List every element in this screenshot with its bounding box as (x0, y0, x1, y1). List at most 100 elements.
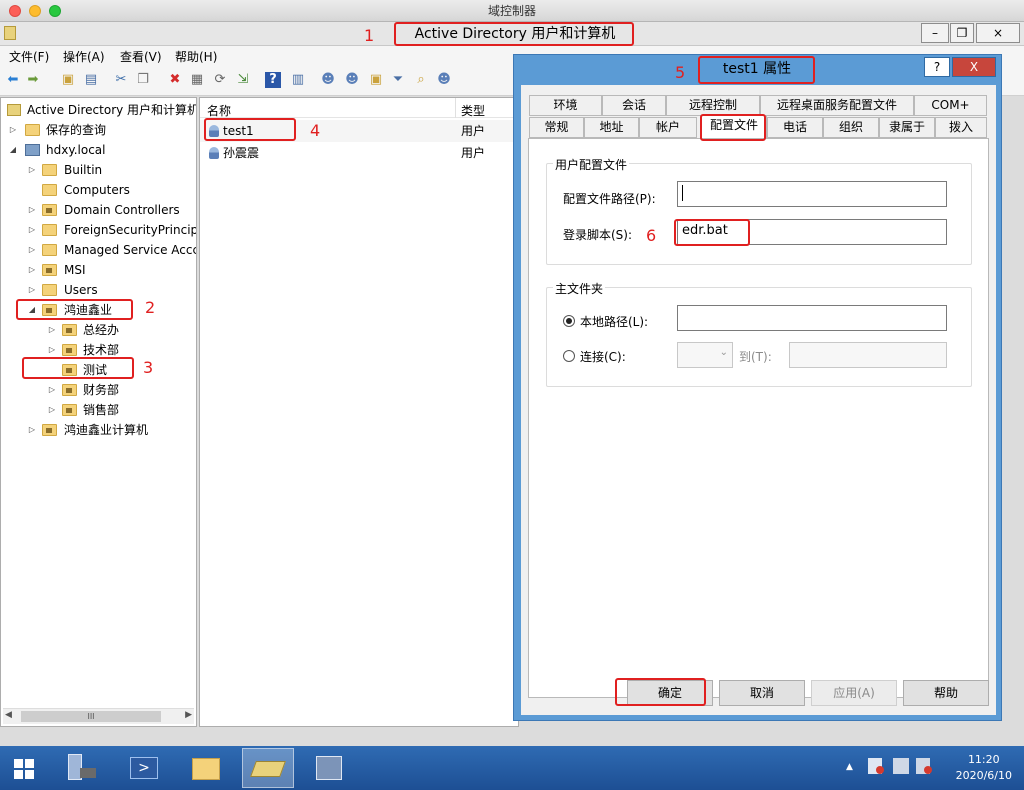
connect-to-input[interactable] (789, 342, 947, 368)
new-ou-icon[interactable]: ▣ (368, 72, 384, 88)
tree-item-domain[interactable]: ◢ hdxy.local (9, 140, 194, 160)
console-icon[interactable]: ▥ (290, 72, 306, 88)
list-header: 名称 类型 (200, 98, 518, 119)
expand-icon[interactable]: ▷ (48, 320, 56, 340)
scroll-left-icon[interactable]: ◀ (5, 710, 12, 720)
local-path-input[interactable] (677, 305, 947, 331)
up-folder-icon[interactable]: ▣ (60, 72, 76, 88)
dialog-close-button[interactable]: X (952, 57, 996, 77)
tree-item-managed-service[interactable]: ▷ Managed Service Accc (28, 240, 196, 260)
tree-item-sales[interactable]: ▷ 销售部 (48, 400, 194, 420)
expand-icon[interactable]: ▷ (28, 220, 36, 240)
system-clock[interactable]: 11:20 2020/6/10 (956, 752, 1012, 784)
new-user-icon[interactable]: ☻ (320, 72, 336, 88)
export-icon[interactable]: ⇲ (235, 72, 251, 88)
tab-general[interactable]: 常规 (529, 117, 584, 138)
list-row[interactable]: 孙震震 用户 (200, 142, 518, 164)
tree-item-msi[interactable]: ▷ MSI (28, 260, 194, 280)
tree-item-saved-queries[interactable]: ▷ 保存的查询 (9, 120, 194, 140)
powershell-task[interactable]: > (118, 748, 170, 788)
tree-horizontal-scrollbar[interactable]: ◀ III ▶ (3, 708, 194, 724)
tab-com[interactable]: COM+ (914, 95, 987, 116)
new-group-icon[interactable]: ☻ (344, 72, 360, 88)
column-divider[interactable] (455, 98, 456, 118)
close-traffic-light[interactable] (9, 5, 21, 17)
server-manager-task[interactable] (56, 748, 108, 788)
refresh-icon[interactable]: ⟳ (212, 72, 228, 88)
expand-icon[interactable]: ▷ (9, 120, 17, 140)
drive-letter-select[interactable]: ⌄ (677, 342, 733, 368)
tab-account[interactable]: 帐户 (639, 117, 697, 138)
profile-path-input[interactable] (677, 181, 947, 207)
menu-help[interactable]: 帮助(H) (175, 48, 217, 65)
expand-icon[interactable]: ▷ (28, 160, 36, 180)
properties-icon[interactable]: ▦ (189, 72, 205, 88)
show-hidden-icons-icon[interactable]: ▲ (846, 762, 853, 772)
minimize-traffic-light[interactable] (29, 5, 41, 17)
tree-item-finance[interactable]: ▷ 财务部 (48, 380, 194, 400)
menu-view[interactable]: 查看(V) (120, 48, 162, 65)
column-type-header[interactable]: 类型 (461, 102, 485, 119)
help-icon[interactable]: ? (265, 72, 281, 88)
collapse-icon[interactable]: ◢ (9, 140, 17, 160)
start-button[interactable] (0, 748, 50, 788)
tab-telephones[interactable]: 电话 (767, 117, 823, 138)
connect-radio[interactable] (563, 350, 575, 362)
expand-icon[interactable]: ▷ (28, 260, 36, 280)
scroll-right-icon[interactable]: ▶ (185, 710, 192, 720)
add-to-group-icon[interactable]: ☻ (436, 72, 452, 88)
cancel-button[interactable]: 取消 (719, 680, 805, 706)
expand-icon[interactable]: ▷ (48, 380, 56, 400)
tree-item-builtin[interactable]: ▷ Builtin (28, 160, 194, 180)
back-arrow-icon[interactable]: ⬅ (5, 72, 21, 88)
dialog-help-button[interactable]: ? (924, 57, 950, 77)
tree-item-users[interactable]: ▷ Users (28, 280, 194, 300)
filter-icon[interactable]: ⏷ (390, 72, 406, 88)
network-status-icon[interactable] (893, 758, 909, 774)
expand-icon[interactable]: ▷ (48, 400, 56, 420)
tab-rds-profile[interactable]: 远程桌面服务配置文件 (760, 95, 914, 116)
tab-remote-control[interactable]: 远程控制 (666, 95, 760, 116)
tab-sessions[interactable]: 会话 (602, 95, 666, 116)
minimize-button[interactable]: – (921, 23, 949, 43)
tree-item-foreign-security[interactable]: ▷ ForeignSecurityPrincipa (28, 220, 196, 240)
menu-file[interactable]: 文件(F) (9, 48, 49, 65)
expand-icon[interactable]: ▷ (28, 420, 36, 440)
tab-member-of[interactable]: 隶属于 (879, 117, 935, 138)
ad-users-task[interactable] (242, 748, 294, 788)
restore-button[interactable]: ❐ (950, 23, 974, 43)
annotation-box-2 (16, 299, 133, 320)
show-tree-icon[interactable]: ▤ (83, 72, 99, 88)
tree-item-general-office[interactable]: ▷ 总经办 (48, 320, 194, 340)
mac-title-bar: 域控制器 (0, 0, 1024, 22)
tab-address[interactable]: 地址 (584, 117, 639, 138)
zoom-traffic-light[interactable] (49, 5, 61, 17)
menu-action[interactable]: 操作(A) (63, 48, 105, 65)
home-folder-group-title: 主文件夹 (553, 280, 606, 297)
file-explorer-task[interactable] (180, 748, 232, 788)
column-name-header[interactable]: 名称 (207, 102, 231, 119)
expand-icon[interactable]: ▷ (28, 200, 36, 220)
delete-icon[interactable]: ✖ (167, 72, 183, 88)
mute-icon (924, 766, 932, 774)
expand-icon[interactable]: ▷ (28, 280, 36, 300)
cut-icon[interactable]: ✂ (113, 72, 129, 88)
dialog-body: 环境 会话 远程控制 远程桌面服务配置文件 COM+ 常规 地址 帐户 配置文件… (521, 85, 996, 715)
tab-organization[interactable]: 组织 (823, 117, 879, 138)
network-task[interactable] (304, 748, 356, 788)
tab-dial-in[interactable]: 拨入 (935, 117, 987, 138)
help-button[interactable]: 帮助 (903, 680, 989, 706)
tree-item-domain-controllers[interactable]: ▷ Domain Controllers (28, 200, 194, 220)
tab-environment[interactable]: 环境 (529, 95, 602, 116)
expand-icon[interactable]: ▷ (28, 240, 36, 260)
find-icon[interactable]: ⌕ (413, 72, 429, 88)
ou-icon (42, 424, 57, 436)
close-button[interactable]: × (976, 23, 1020, 43)
forward-arrow-icon[interactable]: ➡ (25, 72, 41, 88)
tree-item-hongdi-computers[interactable]: ▷ 鸿迪鑫业计算机 (28, 420, 194, 440)
apply-button[interactable]: 应用(A) (811, 680, 897, 706)
tree-item-computers[interactable]: Computers (28, 180, 194, 200)
local-path-radio[interactable] (563, 315, 575, 327)
scroll-thumb[interactable]: III (21, 711, 161, 722)
copy-icon[interactable]: ❐ (135, 72, 151, 88)
